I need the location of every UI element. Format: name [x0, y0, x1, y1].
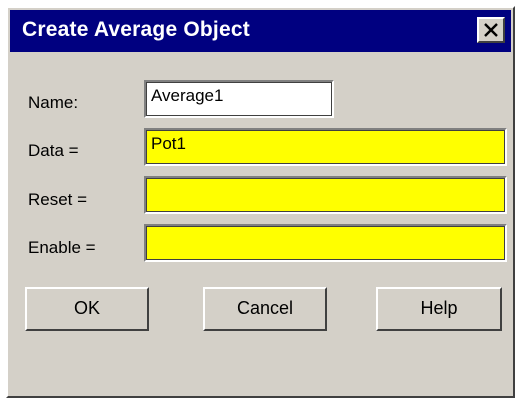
name-input[interactable]: Average1 [144, 80, 334, 118]
data-label: Data = [28, 141, 79, 160]
enable-expression-field[interactable] [144, 224, 507, 262]
create-average-dialog: Create Average Object Name: Average1 Dat… [6, 6, 515, 398]
data-expression-field[interactable]: Pot1 [144, 128, 507, 166]
cancel-button[interactable]: Cancel [203, 287, 327, 331]
dialog-title: Create Average Object [22, 18, 250, 41]
reset-expression-field[interactable] [144, 176, 507, 214]
ok-button[interactable]: OK [25, 287, 149, 331]
close-button[interactable] [477, 17, 505, 43]
help-button[interactable]: Help [376, 287, 502, 331]
enable-label: Enable = [28, 238, 96, 257]
close-icon [484, 23, 498, 37]
reset-label: Reset = [28, 190, 88, 209]
name-label: Name: [28, 93, 79, 112]
title-bar[interactable]: Create Average Object [10, 10, 511, 52]
